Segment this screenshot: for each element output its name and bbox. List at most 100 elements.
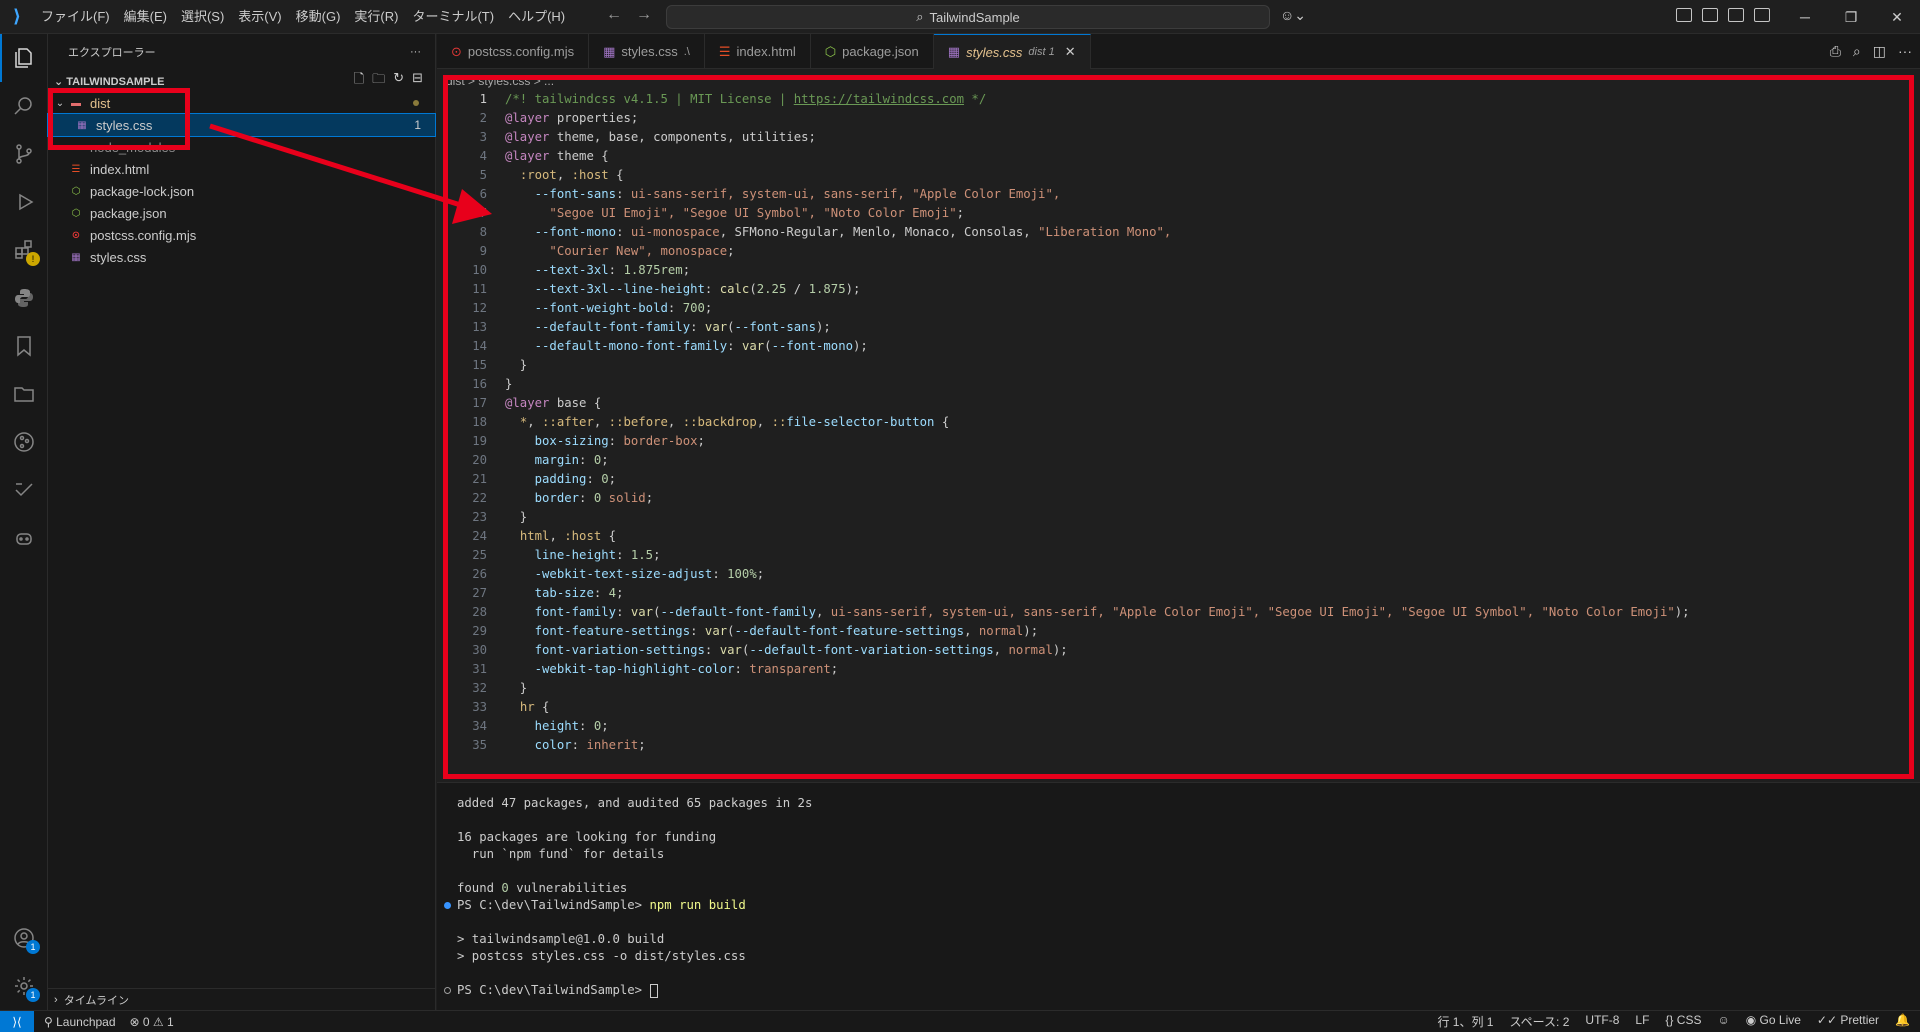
menu-help[interactable]: ヘルプ(H) — [501, 0, 572, 34]
menu-bar: ファイル(F) 編集(E) 選択(S) 表示(V) 移動(G) 実行(R) ター… — [34, 0, 572, 34]
menu-view[interactable]: 表示(V) — [231, 0, 288, 34]
collapse-all-icon[interactable]: ⊟ — [412, 70, 423, 92]
timeline-section[interactable]: › タイムライン — [48, 988, 435, 1010]
encoding[interactable]: UTF-8 — [1585, 1013, 1619, 1030]
tree-item-label: styles.css — [90, 249, 147, 265]
bookmark-icon[interactable] — [0, 322, 48, 370]
more-actions-icon[interactable]: ··· — [1898, 43, 1912, 60]
new-file-icon[interactable]: 🗋 — [354, 70, 364, 92]
end-of-line[interactable]: LF — [1635, 1013, 1649, 1030]
settings-gear-icon[interactable]: 1 — [0, 962, 48, 1010]
braces-icon: {} — [1665, 1013, 1677, 1027]
python-icon[interactable] — [0, 274, 48, 322]
split-editor-icon[interactable]: ◫ — [1873, 43, 1886, 60]
annotation-box-dist — [48, 88, 190, 150]
language-mode[interactable]: {} CSS — [1665, 1013, 1701, 1030]
minimize-icon[interactable]: ─ — [1782, 0, 1828, 34]
terminal-line: run `npm fund` for details — [457, 847, 665, 861]
menu-go[interactable]: 移動(G) — [289, 0, 348, 34]
tree-item-label: package.json — [90, 205, 167, 221]
tree-item-index-html[interactable]: ☰ index.html — [48, 158, 435, 180]
tab-index-html[interactable]: ☰ index.html — [705, 34, 811, 69]
command-success-dot-icon — [444, 902, 451, 909]
tab-postcss-config[interactable]: ⊙ postcss.config.mjs — [437, 34, 590, 69]
title-bar: ⟩ ファイル(F) 編集(E) 選択(S) 表示(V) 移動(G) 実行(R) … — [0, 0, 1920, 34]
open-preview-icon[interactable]: ⎙ — [1830, 43, 1841, 60]
menu-selection[interactable]: 選択(S) — [174, 0, 231, 34]
terminal-command-line: PS C:\dev\TailwindSample> npm run build — [437, 897, 1920, 914]
menu-edit[interactable]: 編集(E) — [117, 0, 174, 34]
run-debug-icon[interactable] — [0, 178, 48, 226]
cursor-position[interactable]: 行 1、列 1 — [1437, 1013, 1493, 1030]
prettier-status[interactable]: ✓✓ Prettier — [1817, 1013, 1879, 1030]
copilot-chat-icon[interactable] — [0, 514, 48, 562]
tab-styles-css-root[interactable]: ▦ styles.css .\ — [589, 34, 705, 69]
menu-terminal[interactable]: ターミナル(T) — [405, 0, 501, 34]
terminal-cursor — [649, 983, 658, 998]
customize-layout-icon[interactable] — [1676, 8, 1692, 22]
warning-badge: ! — [26, 252, 40, 266]
arrow-right-icon[interactable]: → — [636, 6, 652, 24]
settings-badge: 1 — [26, 988, 40, 1002]
tree-item-styles-css[interactable]: ▦ styles.css — [48, 246, 435, 268]
launchpad-item[interactable]: ⚲ Launchpad — [44, 1015, 116, 1029]
tab-sublabel: .\ — [683, 45, 690, 58]
terminal-line: found 0 vulnerabilities — [457, 881, 628, 895]
menu-file[interactable]: ファイル(F) — [34, 0, 117, 34]
new-folder-icon[interactable]: 🗀 — [372, 70, 385, 92]
problems-item[interactable]: ⊗ 0 ⚠ 1 — [130, 1015, 174, 1029]
terminal-line: added 47 packages, and audited 65 packag… — [457, 796, 813, 810]
json-icon: ⬡ — [824, 43, 837, 59]
search-icon[interactable] — [0, 82, 48, 130]
css-icon: ▦ — [947, 44, 961, 59]
tab-dist-styles-css[interactable]: ▦ styles.css dist 1 ✕ — [933, 34, 1091, 69]
postcss-icon: ⊙ — [451, 43, 462, 59]
close-window-icon[interactable]: ✕ — [1874, 0, 1920, 34]
terminal-panel[interactable]: added 47 packages, and audited 65 packag… — [437, 782, 1920, 1010]
status-bar: ⟩⟨ ⚲ Launchpad ⊗ 0 ⚠ 1 行 1、列 1 スペース: 2 U… — [0, 1010, 1920, 1032]
terminal-prompt-line[interactable]: PS C:\dev\TailwindSample> — [437, 982, 1920, 999]
restore-icon[interactable]: ❐ — [1828, 0, 1874, 34]
copilot-icon[interactable]: ☺⌄ — [1280, 7, 1306, 24]
go-live-button[interactable]: ◉ Go Live — [1746, 1013, 1801, 1030]
tab-sublabel: dist 1 — [1028, 46, 1055, 58]
indentation[interactable]: スペース: 2 — [1510, 1013, 1570, 1030]
annotation-box-editor — [443, 75, 1914, 779]
folder-icon[interactable] — [0, 370, 48, 418]
timeline-label: タイムライン — [63, 994, 130, 1007]
tree-item-postcss-config[interactable]: ⊙ postcss.config.mjs — [48, 224, 435, 246]
chevron-down-icon: ⌄ — [54, 75, 67, 88]
explorer-icon[interactable] — [0, 34, 48, 82]
remote-icon[interactable]: ⟩⟨ — [0, 1010, 34, 1032]
activity-bar: ! 1 1 — [0, 34, 48, 1010]
menu-run[interactable]: 実行(R) — [347, 0, 405, 34]
tab-label: postcss.config.mjs — [467, 44, 575, 59]
toggle-panel-icon[interactable] — [1728, 8, 1744, 22]
command-center-search[interactable]: ⌕ TailwindSample — [666, 5, 1270, 29]
account-icon[interactable]: 1 — [0, 914, 48, 962]
notifications-bell-icon[interactable]: 🔔 — [1895, 1013, 1910, 1030]
git-graph-icon[interactable] — [0, 418, 48, 466]
double-check-icon: ✓✓ — [1816, 1013, 1841, 1027]
broadcast-icon: ◉ — [1745, 1013, 1760, 1027]
extensions-icon[interactable]: ! — [0, 226, 48, 274]
chevron-right-icon: › — [54, 993, 64, 1006]
source-control-icon[interactable] — [0, 130, 48, 178]
close-icon[interactable]: ✕ — [1065, 44, 1076, 60]
toggle-secondary-sidebar-icon[interactable] — [1754, 8, 1770, 22]
testing-icon[interactable] — [0, 466, 48, 514]
toggle-sidebar-icon[interactable] — [1702, 8, 1718, 22]
tab-package-json[interactable]: ⬡ package.json — [811, 34, 934, 69]
find-icon[interactable]: ⌕ — [1853, 43, 1861, 60]
copilot-status-icon[interactable]: ☺ — [1717, 1013, 1729, 1030]
more-actions-icon[interactable]: ··· — [410, 46, 421, 58]
refresh-icon[interactable]: ↻ — [393, 70, 404, 92]
tree-item-package-lock-json[interactable]: ⬡ package-lock.json — [48, 180, 435, 202]
arrow-left-icon[interactable]: ← — [606, 6, 622, 24]
tree-item-package-json[interactable]: ⬡ package.json — [48, 202, 435, 224]
postcss-file-icon: ⊙ — [71, 229, 81, 241]
command-pending-dot-icon — [444, 987, 451, 994]
